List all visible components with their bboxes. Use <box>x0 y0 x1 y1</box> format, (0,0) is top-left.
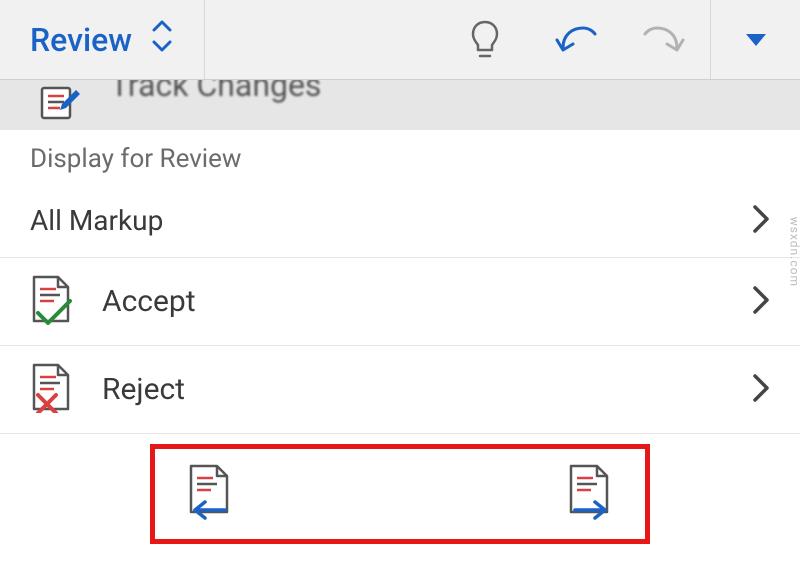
triangle-down-icon <box>744 32 768 48</box>
document-arrow-left-icon <box>185 464 235 520</box>
more-dropdown-button[interactable] <box>710 0 800 79</box>
reject-row[interactable]: Reject <box>0 346 800 434</box>
accept-row[interactable]: Accept <box>0 258 800 346</box>
track-changes-icon <box>40 86 82 124</box>
previous-change-button[interactable] <box>185 464 235 524</box>
toolbar: Review <box>0 0 800 80</box>
reject-icon <box>30 363 76 417</box>
track-changes-label: Track Changes <box>110 80 321 104</box>
all-markup-label: All Markup <box>30 204 726 237</box>
display-for-review-label: Display for Review <box>0 130 800 184</box>
track-changes-row[interactable]: Track Changes <box>0 80 800 130</box>
accept-icon <box>30 275 76 329</box>
reject-label: Reject <box>102 372 726 407</box>
tab-label: Review <box>30 21 132 59</box>
accept-label: Accept <box>102 284 726 319</box>
redo-icon <box>643 20 687 60</box>
lightbulb-icon <box>468 18 502 62</box>
document-arrow-right-icon <box>565 464 615 520</box>
next-change-button[interactable] <box>565 464 615 524</box>
watermark: wsxdn.com <box>787 216 800 286</box>
tab-selector[interactable]: Review <box>0 0 205 79</box>
lightbulb-button[interactable] <box>440 0 530 79</box>
chevron-right-icon <box>752 285 770 319</box>
redo-button <box>620 0 710 79</box>
chevron-right-icon <box>752 373 770 407</box>
chevron-right-icon <box>752 204 770 238</box>
up-down-chevron-icon <box>150 18 174 62</box>
undo-button[interactable] <box>530 0 620 79</box>
prev-next-highlight <box>150 444 650 544</box>
undo-icon <box>553 20 597 60</box>
all-markup-row[interactable]: All Markup <box>0 184 800 258</box>
